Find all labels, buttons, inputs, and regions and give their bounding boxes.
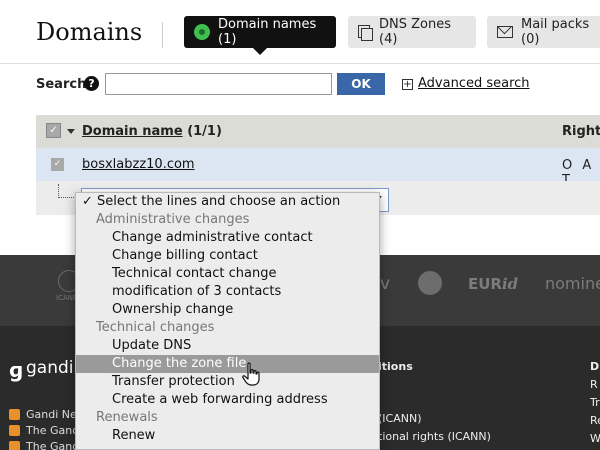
advanced-search-link[interactable]: Advanced search (418, 76, 530, 91)
page-title: Domains (36, 18, 143, 46)
tab-mail-packs[interactable]: Mail packs (0) (487, 16, 600, 48)
menu-item-transfer-protection[interactable]: Transfer protection (76, 373, 379, 391)
menu-item-renew[interactable]: Renew (76, 427, 379, 445)
partner-badge-icon (418, 271, 442, 295)
search-input[interactable] (105, 73, 332, 95)
footer-link[interactable]: Tr (590, 396, 600, 409)
header-divider (0, 63, 600, 64)
footer-link[interactable]: R (590, 378, 598, 391)
domain-link[interactable]: bosxlabzz10.com (82, 157, 195, 172)
expand-icon[interactable]: + (402, 79, 413, 90)
help-icon[interactable]: ? (84, 76, 99, 91)
tab-dns-zones[interactable]: DNS Zones (4) (348, 16, 476, 48)
menu-item-change-admin-contact[interactable]: Change administrative contact (76, 229, 379, 247)
gandi-logo-icon: ɡ (9, 358, 24, 382)
menu-item-modify-3-contacts[interactable]: modification of 3 contacts (76, 283, 379, 301)
action-dropdown-menu[interactable]: ✓ Select the lines and choose an action … (75, 192, 380, 450)
menu-item-ownership-change[interactable]: Ownership change (76, 301, 379, 319)
rss-icon (9, 425, 20, 436)
mail-icon (497, 26, 513, 38)
tab-mail-packs-label: Mail packs (0) (521, 17, 590, 47)
tab-domain-names[interactable]: Domain names (1) (184, 16, 336, 55)
rss-icon (9, 441, 20, 450)
menu-item-change-zone-file[interactable]: Change the zone file (76, 355, 379, 373)
footer-heading: itions (378, 360, 413, 373)
column-domain-name[interactable]: Domain name (1/1) (82, 124, 222, 139)
menu-item-web-forwarding[interactable]: Create a web forwarding address (76, 391, 379, 409)
tab-dns-zones-label: DNS Zones (4) (379, 17, 451, 47)
footer-link[interactable]: Re (590, 414, 600, 427)
footer-heading: D (590, 360, 600, 373)
footer-link[interactable]: tional rights (ICANN) (378, 430, 491, 443)
menu-item-change-billing-contact[interactable]: Change billing contact (76, 247, 379, 265)
feed-link[interactable]: Gandi Ne (9, 408, 79, 422)
menu-item-technical-contact-change[interactable]: Technical contact change (76, 265, 379, 283)
nominet-logo: nominet (545, 274, 600, 293)
row-checkbox[interactable]: ✓ (51, 158, 64, 171)
domain-icon (194, 24, 210, 40)
ok-button[interactable]: OK (337, 73, 385, 95)
search-label: Search (36, 77, 87, 92)
feed-link[interactable]: The Gand (9, 424, 79, 438)
chevron-down-icon[interactable] (67, 129, 75, 134)
feed-link[interactable]: The Gand (9, 440, 79, 450)
column-rights: Rights (562, 124, 600, 139)
menu-placeholder[interactable]: ✓ Select the lines and choose an action (76, 193, 379, 211)
partner-logo: v (380, 274, 391, 294)
menu-group-renewals: Renewals (96, 410, 158, 425)
rss-icon (9, 409, 20, 420)
footer-link[interactable]: W (590, 432, 600, 445)
dns-zones-icon (358, 25, 373, 41)
eurid-logo: EURid (468, 275, 519, 293)
select-all-checkbox[interactable]: ✓ (46, 123, 61, 138)
title-separator (162, 22, 163, 48)
menu-item-update-dns[interactable]: Update DNS (76, 337, 379, 355)
footer-link[interactable]: (ICANN) (378, 412, 422, 425)
menu-group-technical: Technical changes (96, 320, 215, 335)
tab-domain-names-label: Domain names (1) (218, 17, 317, 47)
menu-group-administrative: Administrative changes (96, 212, 250, 227)
hand-cursor-icon (242, 362, 260, 386)
